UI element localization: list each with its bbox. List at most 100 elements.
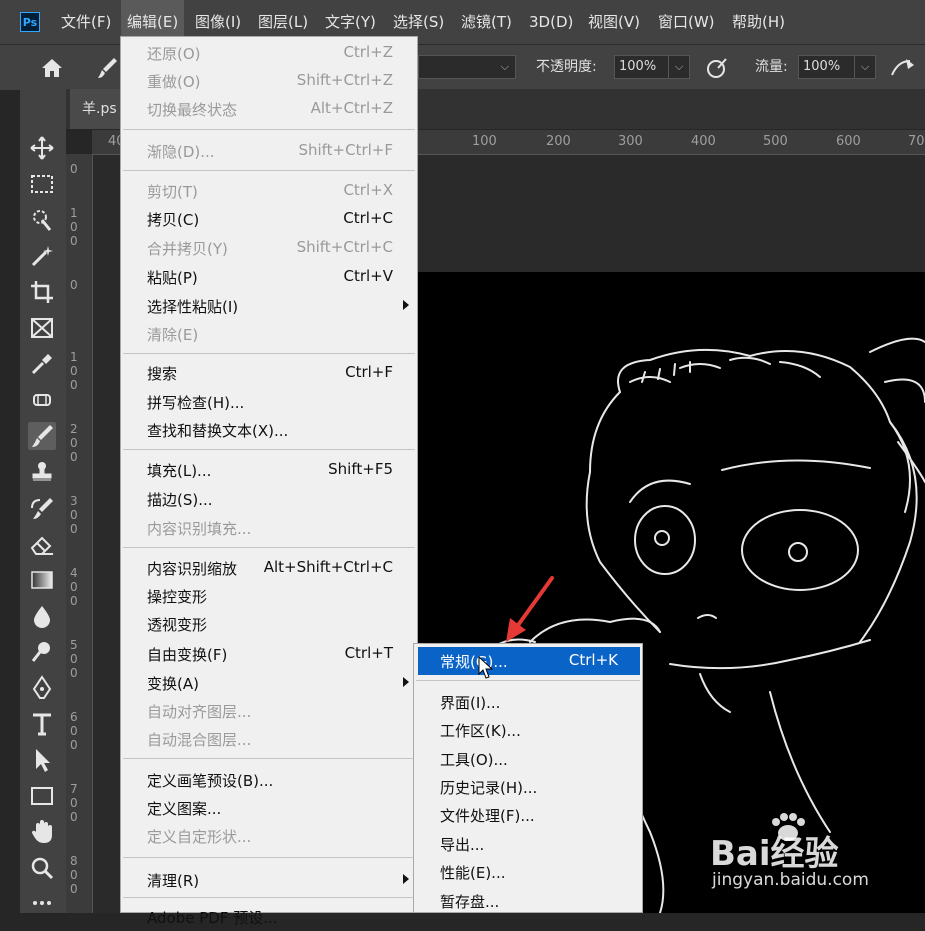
ruler-tick: 600 — [70, 710, 78, 752]
menu-item-transform[interactable]: 变换(A) — [121, 669, 417, 697]
menu-item-copy[interactable]: 拷贝(C) Ctrl+C — [121, 205, 417, 233]
magic-wand-tool[interactable] — [28, 242, 56, 270]
ruler-tick: 0 — [70, 278, 78, 292]
menu-item-auto-blend-layers[interactable]: 自动混合图层... — [121, 725, 417, 753]
menu-window[interactable]: 窗口(W) — [652, 0, 721, 44]
submenu-item-file-handling[interactable]: 文件处理(F)... — [414, 801, 642, 829]
menu-item-purge[interactable]: 清理(R) — [121, 866, 417, 894]
menu-item-redo[interactable]: 重做(O) Shift+Ctrl+Z — [121, 67, 417, 95]
path-select-tool[interactable] — [28, 746, 56, 774]
gradient-tool[interactable] — [28, 566, 56, 594]
brush-icon — [32, 425, 53, 447]
healing-brush-icon — [33, 394, 51, 406]
menu-item-cut[interactable]: 剪切(T) Ctrl+X — [121, 177, 417, 205]
pen-tool[interactable] — [28, 674, 56, 702]
annotation-arrow-icon — [500, 574, 556, 644]
menu-item-paste[interactable]: 粘贴(P) Ctrl+V — [121, 263, 417, 291]
zoom-tool[interactable] — [28, 854, 56, 882]
ruler-tick: 200 — [70, 422, 78, 464]
menu-item-copy-merged[interactable]: 合并拷贝(Y) Shift+Ctrl+C — [121, 234, 417, 262]
submenu-item-export[interactable]: 导出... — [414, 830, 642, 858]
gradient-icon — [31, 571, 53, 589]
menu-separator — [123, 449, 415, 450]
menu-separator — [123, 857, 415, 858]
menu-item-puppet-warp[interactable]: 操控变形 — [121, 582, 417, 610]
ruler-tick: 100 — [70, 350, 78, 392]
blur-tool[interactable] — [28, 602, 56, 630]
submenu-item-history-log[interactable]: 历史记录(H)... — [414, 773, 642, 801]
menu-item-clear[interactable]: 清除(E) — [121, 320, 417, 348]
crop-tool[interactable] — [28, 278, 56, 306]
eraser-tool[interactable] — [28, 530, 56, 558]
marquee-tool[interactable] — [28, 170, 56, 198]
hand-tool[interactable] — [28, 818, 56, 846]
menu-item-perspective-warp[interactable]: 透视变形 — [121, 610, 417, 638]
submenu-item-scratch-disks[interactable]: 暂存盘... — [414, 887, 642, 915]
airbrush-icon[interactable] — [888, 55, 918, 81]
submenu-item-tools[interactable]: 工具(O)... — [414, 745, 642, 773]
chevron-down-icon[interactable]: ⌵ — [668, 56, 689, 78]
move-tool[interactable] — [28, 134, 56, 162]
frame-tool[interactable] — [28, 314, 56, 342]
menu-filter[interactable]: 滤镜(T) — [455, 0, 518, 44]
ruler-tick: 600 — [836, 134, 861, 149]
rectangle-tool[interactable] — [28, 782, 56, 810]
clone-stamp-tool[interactable] — [28, 458, 56, 486]
submenu-item-interface[interactable]: 界面(I)... — [414, 688, 642, 716]
pressure-opacity-icon[interactable] — [704, 55, 730, 81]
ruler-tick: 300 — [70, 494, 78, 536]
blur-icon — [34, 606, 50, 628]
preferences-submenu: 常规(G)... Ctrl+K 界面(I)... 工作区(K)... 工具(O).… — [413, 643, 643, 913]
menu-separator — [123, 758, 415, 759]
menu-help[interactable]: 帮助(H) — [726, 0, 791, 44]
menu-3d[interactable]: 3D(D) — [523, 0, 579, 44]
menu-item-auto-align-layers[interactable]: 自动对齐图层... — [121, 697, 417, 725]
menu-item-define-brush[interactable]: 定义画笔预设(B)... — [121, 766, 417, 794]
submenu-arrow-icon — [403, 874, 409, 884]
ruler-tick: 700 — [70, 782, 78, 824]
move-icon — [30, 136, 54, 160]
menu-item-undo[interactable]: 还原(O) Ctrl+Z — [121, 39, 417, 67]
menu-item-toggle-last-state[interactable]: 切换最终状态 Alt+Ctrl+Z — [121, 95, 417, 123]
quick-select-tool[interactable] — [28, 206, 56, 234]
menu-item-content-aware-fill[interactable]: 内容识别填充... — [121, 514, 417, 542]
menu-item-find-replace[interactable]: 查找和替换文本(X)... — [121, 416, 417, 444]
brush-preset-icon[interactable] — [96, 55, 120, 81]
menu-item-free-transform[interactable]: 自由变换(F) Ctrl+T — [121, 640, 417, 668]
submenu-item-workspace[interactable]: 工作区(K)... — [414, 716, 642, 744]
healing-brush-tool[interactable] — [28, 386, 56, 414]
ruler-tick: 500 — [763, 134, 788, 149]
menu-item-fade[interactable]: 渐隐(D)... Shift+Ctrl+F — [121, 137, 417, 165]
menu-item-content-aware-scale[interactable]: 内容识别缩放 Alt+Shift+Ctrl+C — [121, 554, 417, 582]
crop-icon — [31, 281, 53, 303]
menu-item-define-custom-shape[interactable]: 定义自定形状... — [121, 822, 417, 850]
opacity-input[interactable]: 100% ⌵ — [614, 55, 690, 79]
history-brush-icon — [31, 498, 53, 519]
menu-item-spell-check[interactable]: 拼写检查(H)... — [121, 388, 417, 416]
menu-item-search[interactable]: 搜索 Ctrl+F — [121, 359, 417, 387]
menu-item-paste-special[interactable]: 选择性粘贴(I) — [121, 292, 417, 320]
flow-value: 100% — [803, 59, 841, 74]
dodge-tool[interactable] — [28, 638, 56, 666]
menu-separator — [416, 680, 640, 681]
flow-input[interactable]: 100% ⌵ — [798, 55, 876, 79]
menu-item-pdf-presets[interactable]: Adobe PDF 预设... — [121, 903, 417, 931]
menu-item-stroke[interactable]: 描边(S)... — [121, 485, 417, 513]
submenu-item-general[interactable]: 常规(G)... Ctrl+K — [418, 647, 640, 675]
chevron-down-icon: ⌵ — [500, 60, 509, 73]
menu-item-fill[interactable]: 填充(L)... Shift+F5 — [121, 456, 417, 484]
eyedropper-tool[interactable] — [28, 350, 56, 378]
history-brush-tool[interactable] — [28, 494, 56, 522]
chevron-down-icon[interactable]: ⌵ — [854, 56, 875, 78]
type-tool[interactable] — [28, 710, 56, 738]
brush-tool[interactable] — [28, 422, 56, 450]
home-icon[interactable] — [38, 54, 66, 82]
menu-item-define-pattern[interactable]: 定义图案... — [121, 794, 417, 822]
zoom-icon — [31, 857, 54, 880]
submenu-item-performance[interactable]: 性能(E)... — [414, 858, 642, 886]
ruler-tick: 400 — [691, 134, 716, 149]
clone-stamp-icon — [32, 462, 52, 481]
menu-file[interactable]: 文件(F) — [55, 0, 117, 44]
mode-dropdown[interactable]: ⌵ — [418, 55, 516, 79]
menu-view[interactable]: 视图(V) — [582, 0, 646, 44]
